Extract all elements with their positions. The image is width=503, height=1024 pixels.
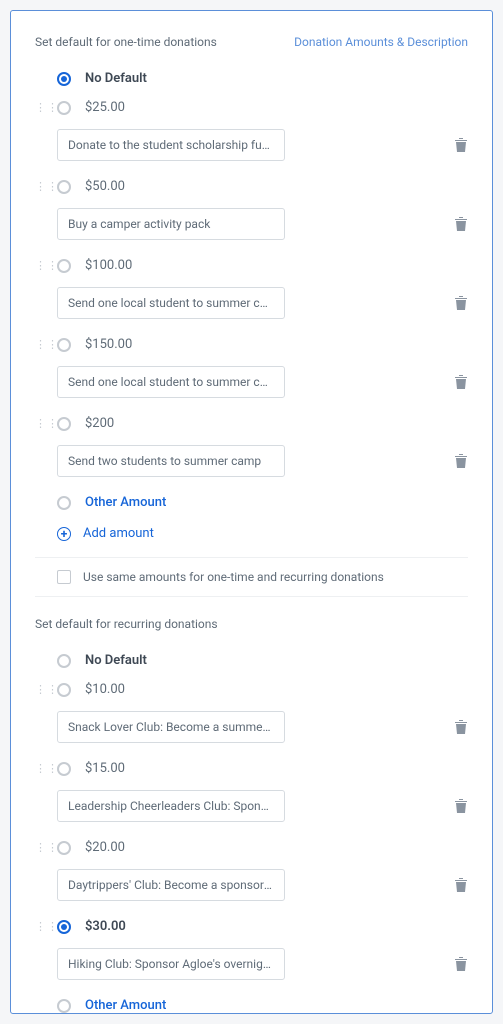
drag-handle-icon[interactable]: ⋮⋮: [35, 766, 45, 772]
amount-label: $150.00: [85, 337, 132, 352]
amount-label: $15.00: [85, 761, 125, 776]
recurring-description-row: Hiking Club: Sponsor Agloe's overnight b…: [35, 948, 468, 980]
description-input[interactable]: Buy a camper activity pack: [57, 208, 285, 240]
recurring-description-row: Leadership Cheerleaders Club: Sponsor th…: [35, 790, 468, 822]
donation-amounts-card: Set default for one-time donations Donat…: [10, 10, 493, 1014]
description-input[interactable]: Hiking Club: Sponsor Agloe's overnight b…: [57, 948, 285, 980]
description-input[interactable]: Donate to the student scholarship fund: [57, 129, 285, 161]
radio-icon[interactable]: [57, 101, 71, 115]
delete-amount-icon[interactable]: [454, 798, 468, 814]
drag-handle-icon[interactable]: ⋮⋮: [35, 342, 45, 348]
drag-handle-icon[interactable]: ⋮⋮: [35, 421, 45, 427]
onetime-section-label: Set default for one-time donations: [35, 35, 217, 49]
description-input[interactable]: Send two students to summer camp: [57, 445, 285, 477]
no-default-label: No Default: [85, 71, 147, 86]
recurring-description-row: Snack Lover Club: Become a summer camp s…: [35, 711, 468, 743]
onetime-description-row: Send one local student to summer camp: [35, 287, 468, 319]
onetime-amount-row[interactable]: ⋮⋮ $150.00: [35, 337, 468, 352]
radio-icon[interactable]: [57, 496, 71, 510]
recurring-description-row: Daytrippers' Club: Become a sponsor of A…: [35, 869, 468, 901]
delete-amount-icon[interactable]: [454, 877, 468, 893]
radio-icon[interactable]: [57, 999, 71, 1013]
other-amount-label: Other Amount: [85, 998, 166, 1013]
drag-handle-icon[interactable]: ⋮⋮: [35, 184, 45, 190]
radio-icon[interactable]: [57, 683, 71, 697]
amount-label: $100.00: [85, 258, 132, 273]
onetime-no-default-row[interactable]: No Default: [35, 71, 468, 86]
delete-amount-icon[interactable]: [454, 216, 468, 232]
amount-label: $20.00: [85, 840, 125, 855]
onetime-amount-row[interactable]: ⋮⋮ $200: [35, 416, 468, 431]
recurring-amount-row[interactable]: ⋮⋮ $20.00: [35, 840, 468, 855]
amount-label: $10.00: [85, 682, 125, 697]
onetime-amount-row[interactable]: ⋮⋮ $25.00: [35, 100, 468, 115]
radio-icon[interactable]: [57, 762, 71, 776]
add-amount-label: Add amount: [83, 526, 154, 541]
recurring-amount-row[interactable]: ⋮⋮ $15.00: [35, 761, 468, 776]
radio-icon[interactable]: [57, 180, 71, 194]
recurring-no-default-row[interactable]: No Default: [35, 653, 468, 668]
delete-amount-icon[interactable]: [454, 956, 468, 972]
delete-amount-icon[interactable]: [454, 719, 468, 735]
delete-amount-icon[interactable]: [454, 295, 468, 311]
other-amount-label: Other Amount: [85, 495, 166, 510]
radio-icon[interactable]: [57, 920, 71, 934]
amount-label: $30.00: [85, 919, 126, 934]
recurring-amount-row[interactable]: ⋮⋮ $30.00: [35, 919, 468, 934]
radio-icon[interactable]: [57, 338, 71, 352]
no-default-label: No Default: [85, 653, 147, 668]
plus-circle-icon: +: [57, 527, 71, 541]
drag-handle-icon[interactable]: ⋮⋮: [35, 687, 45, 693]
same-amounts-row[interactable]: Use same amounts for one-time and recurr…: [35, 557, 468, 597]
onetime-other-row[interactable]: Other Amount: [35, 495, 468, 510]
onetime-description-row: Send two students to summer camp: [35, 445, 468, 477]
delete-amount-icon[interactable]: [454, 374, 468, 390]
onetime-description-row: Buy a camper activity pack: [35, 208, 468, 240]
radio-icon[interactable]: [57, 654, 71, 668]
onetime-amount-row[interactable]: ⋮⋮ $50.00: [35, 179, 468, 194]
onetime-amount-row[interactable]: ⋮⋮ $100.00: [35, 258, 468, 273]
onetime-add-amount-button[interactable]: + Add amount: [35, 526, 468, 541]
radio-icon[interactable]: [57, 259, 71, 273]
card-title: Donation Amounts & Description: [294, 35, 468, 49]
card-header: Set default for one-time donations Donat…: [35, 35, 468, 49]
description-input[interactable]: Snack Lover Club: Become a summer camp s…: [57, 711, 285, 743]
amount-label: $50.00: [85, 179, 125, 194]
description-input[interactable]: Daytrippers' Club: Become a sponsor of A…: [57, 869, 285, 901]
description-input[interactable]: Send one local student to summer camp: [57, 287, 285, 319]
recurring-other-row[interactable]: Other Amount: [35, 998, 468, 1013]
drag-handle-icon[interactable]: ⋮⋮: [35, 263, 45, 269]
onetime-description-row: Donate to the student scholarship fund: [35, 129, 468, 161]
drag-handle-icon[interactable]: ⋮⋮: [35, 105, 45, 111]
checkbox-icon[interactable]: [57, 570, 71, 584]
drag-handle-icon[interactable]: ⋮⋮: [35, 845, 45, 851]
recurring-section-label: Set default for recurring donations: [35, 617, 468, 631]
radio-icon[interactable]: [57, 841, 71, 855]
same-amounts-label: Use same amounts for one-time and recurr…: [83, 570, 384, 584]
delete-amount-icon[interactable]: [454, 137, 468, 153]
description-input[interactable]: Leadership Cheerleaders Club: Sponsor th…: [57, 790, 285, 822]
recurring-amount-row[interactable]: ⋮⋮ $10.00: [35, 682, 468, 697]
amount-label: $200: [85, 416, 114, 431]
radio-icon[interactable]: [57, 417, 71, 431]
delete-amount-icon[interactable]: [454, 453, 468, 469]
amount-label: $25.00: [85, 100, 125, 115]
radio-selected-icon[interactable]: [57, 72, 71, 86]
drag-handle-icon[interactable]: ⋮⋮: [35, 924, 45, 930]
description-input[interactable]: Send one local student to summer camp an…: [57, 366, 285, 398]
onetime-description-row: Send one local student to summer camp an…: [35, 366, 468, 398]
